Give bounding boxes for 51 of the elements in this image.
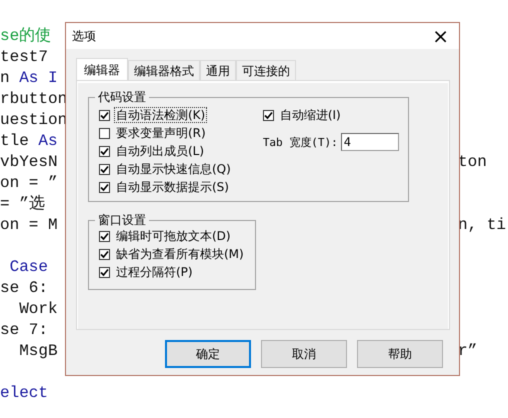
code-text: vbYesN bbox=[0, 153, 58, 171]
code-text: Case bbox=[8, 258, 48, 276]
checkbox[interactable] bbox=[99, 248, 110, 260]
code-text: ton bbox=[458, 152, 487, 173]
checkbox-label: 要求变量声明(R) bbox=[115, 125, 207, 141]
checkbox[interactable] bbox=[99, 146, 110, 156]
tab[interactable]: 编辑器 bbox=[76, 58, 128, 80]
tab[interactable]: 通用 bbox=[200, 60, 236, 80]
code-text: on = M bbox=[0, 216, 58, 234]
tab[interactable]: 可连接的 bbox=[236, 60, 296, 80]
checkbox-label: 过程分隔符(P) bbox=[115, 264, 194, 280]
code-text: elect bbox=[0, 384, 48, 402]
checkbox[interactable] bbox=[262, 110, 274, 120]
checkbox-label: 自动列出成员(L) bbox=[115, 143, 206, 159]
dialog-button[interactable]: 帮助 bbox=[357, 340, 443, 368]
code-text: se 6: bbox=[0, 279, 48, 297]
dialog-title: 选项 bbox=[72, 28, 96, 44]
close-button[interactable]: × bbox=[428, 26, 453, 46]
field-label: Tab 宽度(T): bbox=[262, 134, 338, 150]
code-text: uestion bbox=[0, 111, 68, 129]
checkbox-label: 自动语法检测(K) bbox=[114, 107, 208, 123]
checkbox[interactable] bbox=[99, 110, 110, 120]
code-text: se的使 bbox=[0, 27, 52, 45]
checkbox-label: 缺省为查看所有模块(M) bbox=[115, 246, 245, 262]
group-title: 代码设置 bbox=[95, 89, 149, 105]
checkbox-label: 自动缩进(I) bbox=[278, 107, 342, 123]
checkbox[interactable] bbox=[99, 128, 110, 138]
tab-width-field[interactable]: 4 bbox=[340, 133, 399, 151]
code-text: As I bbox=[19, 69, 58, 87]
checkbox[interactable] bbox=[99, 164, 110, 174]
code-text: rbutton bbox=[0, 90, 68, 108]
code-text: = ”选 bbox=[0, 195, 45, 213]
checkbox-label: 自动显示数据提示(S) bbox=[115, 179, 230, 195]
checkbox[interactable] bbox=[99, 230, 110, 242]
code-text: r” bbox=[458, 341, 478, 362]
checkbox[interactable] bbox=[99, 182, 110, 192]
checkbox-label: 编辑时可拖放文本(D) bbox=[115, 228, 232, 244]
dialog-button[interactable]: 确定 bbox=[165, 340, 251, 368]
code-text: MsgB bbox=[18, 342, 58, 360]
code-text: se 7: bbox=[0, 321, 48, 339]
checkbox[interactable] bbox=[99, 266, 110, 278]
code-text: on = ” bbox=[0, 174, 58, 192]
checkbox-label: 自动显示快速信息(Q) bbox=[115, 161, 232, 177]
code-text: As bbox=[38, 132, 58, 150]
code-text: Work bbox=[18, 300, 58, 318]
code-text: test7 bbox=[0, 48, 48, 66]
tab[interactable]: 编辑器格式 bbox=[128, 60, 200, 80]
dialog-button[interactable]: 取消 bbox=[261, 340, 347, 368]
code-text: tle bbox=[0, 132, 30, 150]
group-title: 窗口设置 bbox=[95, 212, 149, 228]
code-text: n bbox=[0, 69, 11, 87]
